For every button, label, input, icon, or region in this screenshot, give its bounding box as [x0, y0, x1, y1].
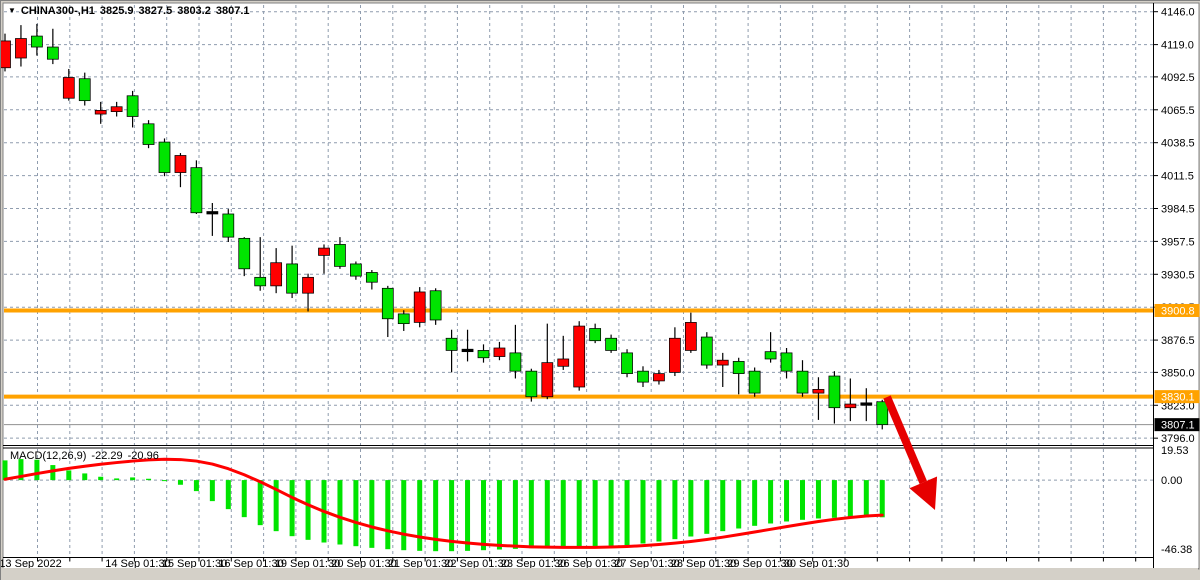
close-value: 3807.1	[216, 5, 250, 17]
price-tick-label: 4038.5	[1161, 138, 1195, 150]
chart-title: ▼ CHINA300-,H1 3825.9 3827.5 3803.2 3807…	[8, 5, 250, 17]
price-badge: 3830.1	[1155, 390, 1200, 404]
status-bar	[2, 568, 1198, 578]
collapse-chart-icon[interactable]: ▼	[8, 7, 16, 15]
price-tick-label: 4011.5	[1161, 171, 1194, 183]
price-badge: 3900.8	[1155, 304, 1200, 318]
price-tick-label: 3984.5	[1161, 203, 1195, 215]
price-tick-label: 4119.0	[1161, 40, 1194, 52]
svg-text:3830.1: 3830.1	[1161, 392, 1195, 404]
price-tick-label: 3957.5	[1161, 236, 1195, 248]
price-chart-canvas[interactable]: 4146.0 4119.0 4092.5 4065.5 4038.5 4011.5 3984…	[1, 1, 1200, 580]
svg-text:3807.1: 3807.1	[1161, 420, 1195, 432]
price-badge: 3807.1	[1155, 418, 1200, 432]
macd-main-value: -22.29	[91, 450, 122, 462]
low-value: 3803.2	[177, 5, 211, 17]
macd-indicator-label: MACD(12,26,9) -22.29 -20.96	[10, 450, 159, 462]
macd-signal-value: -20.96	[128, 450, 159, 462]
high-value: 3827.5	[139, 5, 173, 17]
price-tick-label: 4065.5	[1161, 105, 1195, 117]
price-tick-label: 3850.0	[1161, 367, 1195, 379]
svg-text:3900.8: 3900.8	[1161, 305, 1195, 317]
macd-scale-label: 0.00	[1161, 475, 1182, 487]
price-tick-label: 3930.5	[1161, 269, 1195, 281]
symbol-period-label: CHINA300-,H1	[21, 5, 95, 17]
chart-window: 4146.0 4119.0 4092.5 4065.5 4038.5 4011.5 3984…	[0, 0, 1200, 580]
macd-name: MACD(12,26,9)	[10, 450, 86, 462]
price-tick-label: 4146.0	[1161, 7, 1195, 19]
open-value: 3825.9	[100, 5, 134, 17]
price-tick-label: 4092.5	[1161, 72, 1195, 84]
price-tick-label: 3796.0	[1161, 433, 1195, 445]
macd-scale-label: -46.38	[1161, 544, 1192, 556]
macd-scale-label: 19.53	[1161, 445, 1189, 457]
price-tick-label: 3876.5	[1161, 335, 1195, 347]
